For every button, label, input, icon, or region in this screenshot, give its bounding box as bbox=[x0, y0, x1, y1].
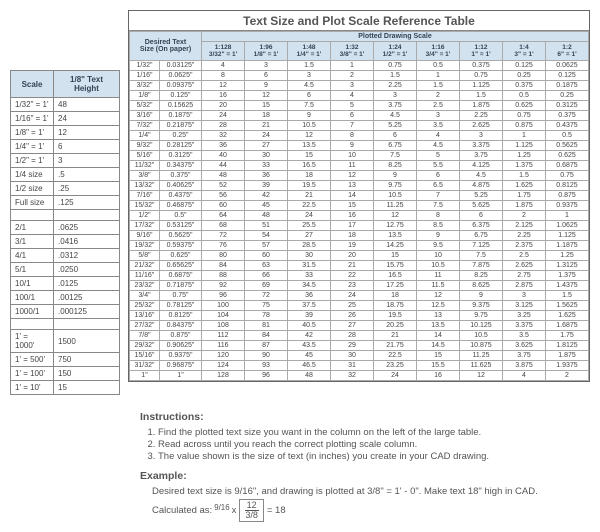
scale-col-header: 1:163/4" = 1' bbox=[417, 42, 460, 61]
table-row: 3/32"0.09375"1294.532.251.51.1250.3750.1… bbox=[130, 81, 589, 91]
calc-prefix: Calculated as: bbox=[152, 505, 212, 516]
small-row: 1/32" = 1'48 bbox=[11, 98, 120, 112]
small-row: 1/4 size.5 bbox=[11, 168, 120, 182]
calc-big-frac: 12 3/8 bbox=[239, 499, 264, 522]
small-row: 1/2 size.25 bbox=[11, 182, 120, 196]
scale-col-header: 1:1283/32" = 1' bbox=[202, 42, 245, 61]
table-row: 29/32"0.90625"1168743.52921.7514.510.875… bbox=[130, 341, 589, 351]
scale-col-header: 1:481/4" = 1' bbox=[288, 42, 331, 61]
scale-col-header: 1:323/8" = 1' bbox=[331, 42, 374, 61]
small-row: 1000/1.000125 bbox=[11, 305, 120, 319]
table-row: 15/32"0.46875"604522.51511.257.55.6251.8… bbox=[130, 201, 589, 211]
table-row: 1/16"0.0625"86321.510.750.250.125 bbox=[130, 71, 589, 81]
desired-text-label-2: Size (On paper) bbox=[131, 46, 200, 53]
table-row: 11/16"0.6875"8866332216.5118.252.751.375 bbox=[130, 271, 589, 281]
scale-col-header: 1:961/8" = 1' bbox=[245, 42, 288, 61]
small-col-scale: Scale bbox=[11, 71, 54, 98]
small-row: 1/16" = 1'24 bbox=[11, 112, 120, 126]
table-row: 23/32"0.71875"926934.52317.2511.58.6252.… bbox=[130, 281, 589, 291]
example-calc: Calculated as: 9/16 x 12 3/8 = 18 bbox=[152, 499, 590, 522]
instruction-item: The value shown is the size of text (in … bbox=[158, 451, 590, 462]
example-desc: Desired text size is 9/16", and drawing … bbox=[152, 486, 590, 497]
small-col-height: 1/8" Text Height bbox=[54, 71, 120, 98]
example-heading: Example: bbox=[140, 470, 590, 482]
table-row: 9/16"0.5625"7254271813.596.752.251.125 bbox=[130, 231, 589, 241]
calc-suffix: = 18 bbox=[267, 505, 286, 516]
table-row: 13/32"0.40625"523919.5139.756.54.8751.62… bbox=[130, 181, 589, 191]
table-row: 5/8"0.625"8060302015107.52.51.25 bbox=[130, 251, 589, 261]
instructions-heading: Instructions: bbox=[140, 411, 590, 423]
big-table-title: Text Size and Plot Scale Reference Table bbox=[129, 11, 589, 31]
table-row: 1/2"0.5"64482416128621 bbox=[130, 211, 589, 221]
table-row: 1"1"12896483224161242 bbox=[130, 371, 589, 381]
reference-table: Desired Text Size (On paper) Plotted Dra… bbox=[129, 31, 589, 381]
table-row: 27/32"0.84375"1088140.52720.2513.510.125… bbox=[130, 321, 589, 331]
small-row: 10/1.0125 bbox=[11, 277, 120, 291]
small-row: 1' = 500'750 bbox=[11, 353, 120, 367]
small-row: 1/2" = 1'3 bbox=[11, 154, 120, 168]
small-row: 5/1.0250 bbox=[11, 263, 120, 277]
scale-col-header: 1:26" = 1' bbox=[546, 42, 589, 61]
scale-col-header: 1:43" = 1' bbox=[503, 42, 546, 61]
table-row: 1/4"0.25"322412864310.5 bbox=[130, 131, 589, 141]
calc-lead-frac: 9/16 bbox=[214, 503, 229, 517]
small-row: Full size.125 bbox=[11, 196, 120, 210]
scale-col-header: 1:121" = 1' bbox=[460, 42, 503, 61]
instruction-item: Find the plotted text size you want in t… bbox=[158, 427, 590, 438]
table-row: 7/8"0.875"112844228211410.53.51.75 bbox=[130, 331, 589, 341]
small-row: 1' = 10'15 bbox=[11, 381, 120, 395]
table-row: 7/32"0.21875"282110.575.253.52.6250.8750… bbox=[130, 121, 589, 131]
small-row: 2/1.0625 bbox=[11, 221, 120, 235]
table-row: 19/32"0.59375"765728.51914.259.57.1252.3… bbox=[130, 241, 589, 251]
reference-table-wrap: Text Size and Plot Scale Reference Table… bbox=[128, 10, 590, 382]
small-scale-table: Scale 1/8" Text Height 1/32" = 1'481/16"… bbox=[10, 70, 120, 395]
instructions-list: Find the plotted text size you want in t… bbox=[158, 427, 590, 462]
table-row: 9/32"0.28125"362713.596.754.53.3751.1250… bbox=[130, 141, 589, 151]
instructions-block: Instructions: Find the plotted text size… bbox=[140, 411, 590, 522]
table-row: 1/8"0.125"161264321.50.50.25 bbox=[130, 91, 589, 101]
small-row: 3/1.0416 bbox=[11, 235, 120, 249]
table-row: 17/32"0.53125"685125.51712.758.56.3752.1… bbox=[130, 221, 589, 231]
table-row: 15/16"0.9375"12090453022.51511.253.751.8… bbox=[130, 351, 589, 361]
table-row: 1/32"0.03125"431.510.750.50.3750.1250.06… bbox=[130, 61, 589, 71]
plotted-scale-header: Plotted Drawing Scale bbox=[202, 32, 589, 42]
table-row: 11/32"0.34375"443316.5118.255.54.1251.37… bbox=[130, 161, 589, 171]
small-row: 4/1.0312 bbox=[11, 249, 120, 263]
table-row: 5/32"0.1562520157.553.752.51.8750.6250.3… bbox=[130, 101, 589, 111]
table-row: 13/16"0.8125"10478392619.5139.753.251.62… bbox=[130, 311, 589, 321]
table-row: 21/32"0.65625"846331.52115.7510.57.8752.… bbox=[130, 261, 589, 271]
table-row: 31/32"0.96875"1249346.53123.2515.511.625… bbox=[130, 361, 589, 371]
small-row: 1/4" = 1'6 bbox=[11, 140, 120, 154]
small-row: 1/8" = 1'12 bbox=[11, 126, 120, 140]
small-row: 1' = 100'150 bbox=[11, 367, 120, 381]
small-row: 100/1.00125 bbox=[11, 291, 120, 305]
instruction-item: Read across until you reach the correct … bbox=[158, 439, 590, 450]
table-row: 5/16"0.3125"403015107.553.751.250.625 bbox=[130, 151, 589, 161]
table-row: 25/32"0.78125"1007537.52518.7512.59.3753… bbox=[130, 301, 589, 311]
table-row: 3/16"0.1875"2418964.532.250.750.375 bbox=[130, 111, 589, 121]
table-row: 3/8"0.375"48361812964.51.50.75 bbox=[130, 171, 589, 181]
table-row: 7/16"0.4375"5642211410.575.251.750.875 bbox=[130, 191, 589, 201]
scale-col-header: 1:241/2" = 1' bbox=[374, 42, 417, 61]
table-row: 3/4"0.75"967236241812931.5 bbox=[130, 291, 589, 301]
desired-text-label-1: Desired Text bbox=[131, 39, 200, 46]
small-row: 1' = 1000'1500 bbox=[11, 330, 120, 353]
